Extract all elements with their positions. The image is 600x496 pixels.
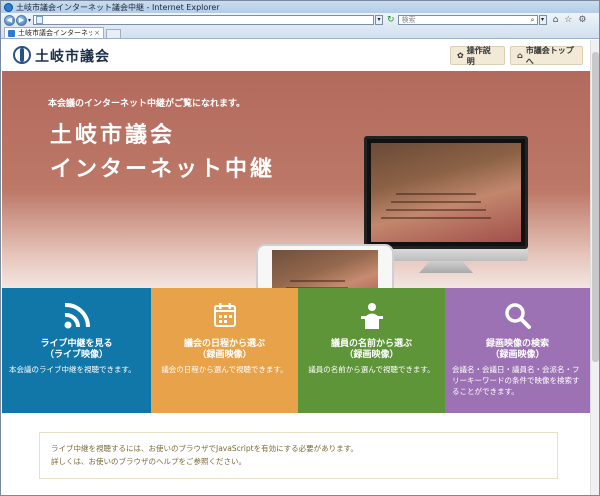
seat-row xyxy=(381,217,491,219)
refresh-icon[interactable]: ↻ xyxy=(387,15,395,25)
history-dropdown-icon[interactable]: ▾ xyxy=(28,17,31,24)
favorites-icon[interactable]: ☆ xyxy=(564,15,572,25)
tile-description: 会議名・会議日・議員名・会派名・フリーキーワードの条件で映像を検索することができ… xyxy=(452,365,580,396)
tile-title-line2: （録画映像） xyxy=(344,350,399,360)
tile-title-line1: 録画映像の検索 xyxy=(485,339,549,349)
wifi-icon xyxy=(2,302,151,332)
scrollbar-thumb[interactable] xyxy=(592,52,599,362)
search-dropdown-icon[interactable]: ▾ xyxy=(538,15,547,25)
page-icon xyxy=(36,16,44,24)
tile-title: 議員の名前から選ぶ （録画映像） xyxy=(298,339,445,361)
tile-description: 議員の名前から選んで視聴できます。 xyxy=(308,365,435,374)
tile-title-line2: （録画映像） xyxy=(197,350,252,360)
tab-active[interactable]: 土岐市議会インターネット議... × xyxy=(4,27,104,38)
help-button[interactable]: ✿ 操作説明 xyxy=(450,45,505,66)
city-logo-icon xyxy=(13,46,31,64)
tile-title-line1: ライブ中継を見る xyxy=(40,339,113,349)
help-button-label: 操作説明 xyxy=(466,45,491,66)
browser-window: 土岐市議会インターネット議会中継 - Internet Explorer ◀ ▶… xyxy=(0,0,600,496)
tab-bar: 土岐市議会インターネット議... × xyxy=(1,27,599,39)
url-field[interactable] xyxy=(33,15,375,25)
ie-icon xyxy=(4,2,13,12)
address-bar: ◀ ▶ ▾ ▾ ↻ 検索 ⌕ ▾ ⌂ ☆ ⚙ xyxy=(1,13,599,27)
building-icon: ⌂ xyxy=(517,51,523,60)
tile-by-member[interactable]: 議員の名前から選ぶ （録画映像） 議員の名前から選んで視聴できます。 xyxy=(298,288,445,413)
forward-icon[interactable]: ▶ xyxy=(16,14,27,26)
hero-title-line1: 土岐市議会 xyxy=(50,123,176,148)
search-icon xyxy=(445,302,590,332)
vertical-scrollbar[interactable] xyxy=(590,40,599,495)
site-header: 土岐市議会 ✿ 操作説明 ⌂ 市議会トップへ xyxy=(2,40,590,71)
speaker-podium-icon xyxy=(298,302,445,332)
home-icon[interactable]: ⌂ xyxy=(553,15,559,25)
council-top-button[interactable]: ⌂ 市議会トップへ xyxy=(510,45,583,66)
notice-line1: ライブ中継を視聴するには、お使いのブラウザでJavaScriptを有効にする必要… xyxy=(51,444,358,453)
gear-icon: ✿ xyxy=(457,51,464,60)
site-title[interactable]: 土岐市議会 xyxy=(35,46,110,66)
back-icon[interactable]: ◀ xyxy=(4,14,15,26)
calendar-icon xyxy=(151,302,298,332)
tile-live-stream[interactable]: ライブ中継を見る （ライブ映像） 本会議のライブ中継を視聴できます。 xyxy=(2,288,151,413)
javascript-notice: ライブ中継を視聴するには、お使いのブラウザでJavaScriptを有効にする必要… xyxy=(39,432,558,479)
tile-video-search[interactable]: 録画映像の検索 （録画映像） 会議名・会議日・議員名・会派名・フリーキーワードの… xyxy=(445,288,590,413)
search-icon[interactable]: ⌕ xyxy=(531,16,535,25)
menu-tiles: ライブ中継を見る （ライブ映像） 本会議のライブ中継を視聴できます。 議会の日程… xyxy=(2,288,590,413)
council-top-label: 市議会トップへ xyxy=(525,45,574,66)
favicon-icon xyxy=(8,29,15,37)
tab-label: 土岐市議会インターネット議... xyxy=(18,29,92,37)
monitor-frame xyxy=(364,136,528,249)
page-viewport: 土岐市議会 ✿ 操作説明 ⌂ 市議会トップへ 本会議のインターネット中継がご覧に… xyxy=(2,40,590,495)
tile-title-line1: 議会の日程から選ぶ xyxy=(183,339,265,349)
seat-row xyxy=(391,201,481,203)
seat-row xyxy=(386,209,486,211)
hero-banner: 本会議のインターネット中継がご覧になれます。 土岐市議会 インターネット中継 xyxy=(2,71,590,312)
assembly-hall-image xyxy=(371,143,521,242)
tile-title: 議会の日程から選ぶ （録画映像） xyxy=(151,339,298,361)
tile-title-line2: （ライブ映像） xyxy=(44,350,108,360)
tile-title-line2: （録画映像） xyxy=(490,350,545,360)
tile-description: 本会議のライブ中継を視聴できます。 xyxy=(9,365,136,374)
tab-close-icon[interactable]: × xyxy=(94,29,100,37)
tools-icon[interactable]: ⚙ xyxy=(578,15,586,25)
title-bar: 土岐市議会インターネット議会中継 - Internet Explorer xyxy=(1,1,599,13)
tile-title-line1: 議員の名前から選ぶ xyxy=(330,339,412,349)
monitor-stand xyxy=(419,261,473,273)
monitor-illustration xyxy=(364,136,582,276)
search-input[interactable]: 検索 ⌕ xyxy=(397,15,538,25)
hero-lead: 本会議のインターネット中継がご覧になれます。 xyxy=(48,99,246,109)
new-tab-button[interactable] xyxy=(106,29,121,38)
seat-row xyxy=(290,280,345,282)
search-placeholder: 検索 xyxy=(401,16,416,24)
tile-title: 録画映像の検索 （録画映像） xyxy=(445,339,590,361)
seat-row xyxy=(396,193,476,195)
tile-title: ライブ中継を見る （ライブ映像） xyxy=(2,339,151,361)
tile-by-schedule[interactable]: 議会の日程から選ぶ （録画映像） 議会の日程から選んで視聴できます。 xyxy=(151,288,298,413)
tile-description: 議会の日程から選んで視聴できます。 xyxy=(161,365,288,374)
url-dropdown-icon[interactable]: ▾ xyxy=(375,15,384,25)
notice-line2: 詳しくは、お使いのブラウザのヘルプをご参照ください。 xyxy=(51,457,246,466)
hero-title-line2: インターネット中継 xyxy=(50,157,276,182)
window-title: 土岐市議会インターネット議会中継 - Internet Explorer xyxy=(16,2,220,12)
